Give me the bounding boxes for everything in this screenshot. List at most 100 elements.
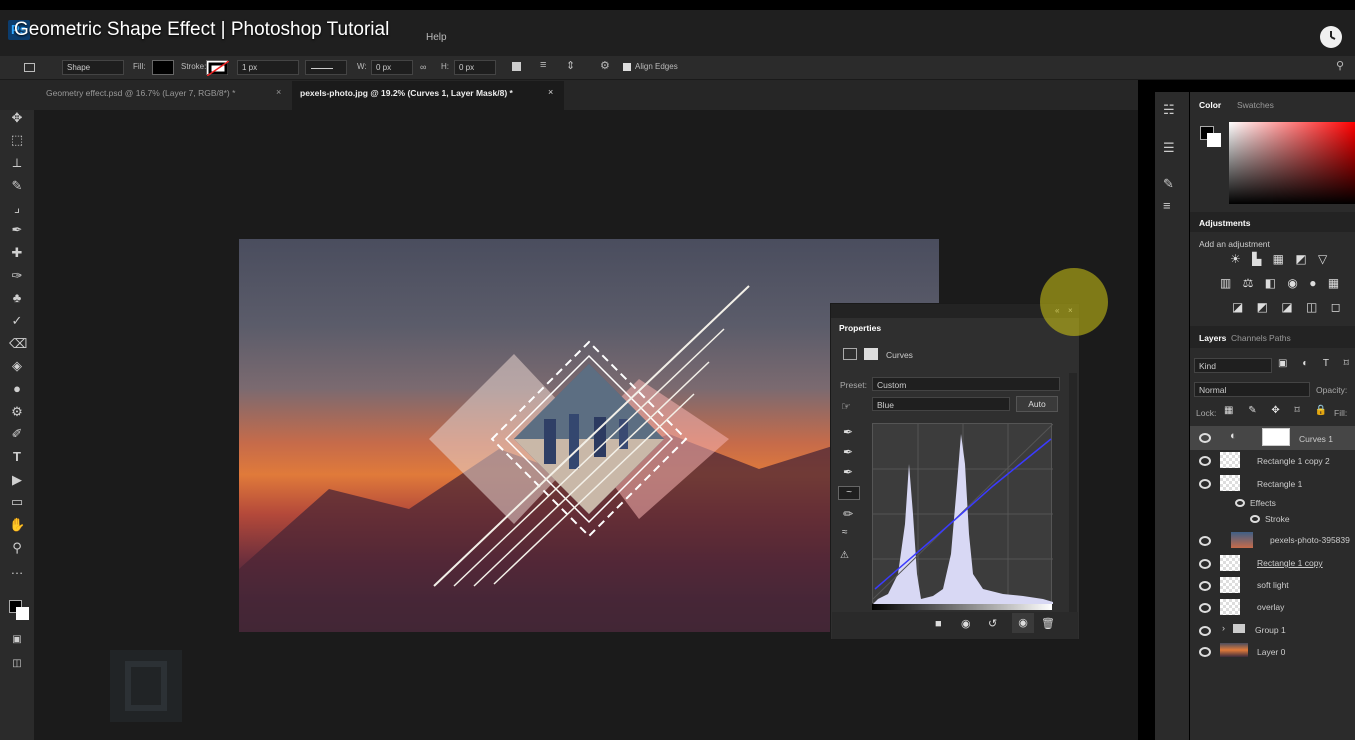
background-swatch[interactable] — [1207, 133, 1221, 147]
eyedropper-tool-icon[interactable]: ✒ — [9, 222, 25, 238]
adjustment-icons-row-1[interactable]: ☀ ▙ ▦ ◩ ▽ — [1230, 252, 1331, 266]
curve-point-tool-icon[interactable]: ~ — [838, 486, 860, 500]
layer-name[interactable]: overlay — [1257, 602, 1284, 612]
type-tool-icon[interactable]: T — [9, 449, 25, 465]
clipping-warning-icon[interactable]: ⚠ — [840, 550, 849, 561]
crop-tool-icon[interactable]: ⌟ — [9, 200, 25, 216]
height-input[interactable]: 0 px — [454, 60, 496, 75]
zoom-tool-icon[interactable]: ⚲ — [9, 540, 25, 556]
tab-channels[interactable]: Channels — [1231, 333, 1267, 343]
eye-icon[interactable] — [1199, 456, 1211, 466]
adjustment-icons-row-3[interactable]: ◪ ◩ ◪ ◫ ◻ — [1232, 300, 1346, 314]
close-icon[interactable]: × — [276, 87, 281, 97]
layer-name[interactable]: Layer 0 — [1257, 647, 1285, 657]
menu-item-help[interactable]: Help — [426, 32, 447, 43]
tab-color[interactable]: Color — [1199, 100, 1221, 110]
layer-name[interactable]: Curves 1 — [1299, 434, 1333, 444]
width-input[interactable]: 0 px — [371, 60, 413, 75]
more-tools-icon[interactable]: … — [9, 562, 25, 578]
mask-icon[interactable] — [864, 348, 878, 360]
tab-properties[interactable]: Properties — [839, 323, 881, 333]
blur-tool-icon[interactable]: ● — [9, 381, 25, 397]
reset-icon[interactable]: ↺ — [988, 617, 997, 630]
fill-swatch[interactable] — [152, 60, 174, 75]
rectangle-tool-icon[interactable] — [24, 63, 35, 72]
delete-icon[interactable]: 🗑 — [1041, 617, 1055, 630]
curves-graph[interactable] — [872, 423, 1054, 604]
quick-selection-icon[interactable]: ✎ — [9, 178, 25, 194]
target-adjust-icon[interactable]: ☞ — [841, 400, 851, 413]
clip-to-layer-icon[interactable]: ■ — [935, 618, 942, 630]
layer-name[interactable]: Rectangle 1 copy — [1257, 558, 1323, 568]
auto-button[interactable]: Auto — [1016, 396, 1058, 412]
close-icon[interactable]: × — [548, 87, 553, 97]
pen-tool-icon[interactable]: ✐ — [9, 426, 25, 442]
chevron-right-icon[interactable]: › — [1222, 623, 1225, 633]
screen-mode-icon[interactable]: ◫ — [9, 656, 25, 672]
layer-mask-thumb[interactable] — [1262, 428, 1290, 446]
layer-name[interactable]: Rectangle 1 copy 2 — [1257, 456, 1330, 466]
dodge-tool-icon[interactable]: ⚙ — [9, 404, 25, 420]
search-icon[interactable]: ⚲ — [1336, 59, 1344, 72]
marquee-tool-icon[interactable]: ⬚ — [9, 132, 25, 148]
layer-filter-select[interactable]: Kind — [1194, 358, 1272, 373]
link-icon[interactable]: ∞ — [420, 62, 426, 72]
layer-filter-icons[interactable]: ▣ ◐ T ⌑ — [1278, 358, 1355, 369]
stroke-swatch[interactable] — [206, 60, 230, 77]
properties-panel-icon[interactable]: ☰ — [1163, 140, 1175, 156]
eye-icon[interactable] — [1199, 479, 1211, 489]
eye-icon[interactable] — [1235, 499, 1245, 507]
pencil-draw-icon[interactable]: ✏ — [843, 507, 853, 521]
visibility-toggle-icon[interactable]: ◉ — [1012, 613, 1034, 633]
eye-icon[interactable] — [1199, 647, 1211, 657]
path-operations-icon[interactable] — [512, 62, 521, 71]
eye-icon[interactable] — [1199, 433, 1211, 443]
gear-icon[interactable]: ⚙ — [600, 59, 610, 72]
path-alignment-icon[interactable]: ≡ — [540, 59, 546, 71]
clock-icon[interactable] — [1320, 26, 1342, 48]
tab-pexels-photo[interactable]: pexels-photo.jpg @ 19.2% (Curves 1, Laye… — [300, 88, 513, 98]
stroke-width-input[interactable]: 1 px — [237, 60, 299, 75]
lock-icons[interactable]: ▦ ✎ ✥ ⌑ 🔒 — [1224, 405, 1333, 416]
path-selection-icon[interactable]: ▶ — [9, 472, 25, 488]
history-brush-icon[interactable]: ✓ — [9, 313, 25, 329]
brush-panel-icon[interactable]: ✎ — [1163, 176, 1174, 192]
adjust-panel-icon[interactable]: ≡ — [1163, 198, 1171, 213]
tab-geometry-effect[interactable]: Geometry effect.psd @ 16.7% (Layer 7, RG… — [46, 88, 235, 98]
color-picker-field[interactable] — [1229, 122, 1355, 204]
hand-tool-icon[interactable]: ✋ — [9, 517, 25, 533]
channel-select[interactable]: Blue — [872, 397, 1010, 411]
eye-icon[interactable] — [1199, 559, 1211, 569]
brush-tool-icon[interactable]: ✑ — [9, 268, 25, 284]
eraser-tool-icon[interactable]: ⌫ — [9, 336, 27, 352]
layer-name[interactable]: Rectangle 1 — [1257, 479, 1302, 489]
properties-scrollbar[interactable] — [1069, 373, 1077, 613]
preset-select[interactable]: Custom — [872, 377, 1060, 391]
layer-name[interactable]: soft light — [1257, 580, 1289, 590]
quick-mask-icon[interactable]: ▣ — [9, 632, 25, 648]
smooth-curve-icon[interactable]: ≈ — [842, 527, 848, 538]
tab-swatches[interactable]: Swatches — [1237, 100, 1274, 110]
background-color[interactable] — [16, 607, 29, 620]
move-tool-icon[interactable]: ✥ — [9, 110, 25, 126]
gradient-slider[interactable] — [872, 604, 1052, 610]
lasso-tool-icon[interactable]: ⟂ — [9, 155, 25, 171]
blend-mode-select[interactable]: Normal — [1194, 382, 1310, 397]
tab-paths[interactable]: Paths — [1269, 333, 1291, 343]
tab-layers[interactable]: Layers — [1199, 333, 1226, 343]
layer-name[interactable]: Group 1 — [1255, 625, 1286, 635]
stamp-tool-icon[interactable]: ♣ — [9, 290, 25, 306]
layer-name[interactable]: pexels-photo-395839 — [1270, 535, 1350, 545]
adjustment-icons-row-2[interactable]: ▥ ⚖ ◧ ◉ ● ▦ — [1220, 276, 1343, 290]
white-point-eyedropper-icon[interactable]: ✒ — [843, 465, 853, 479]
shape-mode-select[interactable]: Shape — [62, 60, 124, 75]
paint-bucket-icon[interactable]: ◈ — [9, 358, 25, 374]
path-arrangement-icon[interactable]: ⇕ — [566, 59, 575, 72]
eye-icon[interactable] — [1199, 536, 1211, 546]
stroke-type-select[interactable] — [305, 60, 347, 75]
eye-icon[interactable] — [1199, 603, 1211, 613]
view-previous-icon[interactable]: ◉ — [961, 617, 971, 630]
gray-point-eyedropper-icon[interactable]: ✒ — [843, 445, 853, 459]
align-edges-checkbox[interactable] — [623, 63, 631, 71]
black-point-eyedropper-icon[interactable]: ✒ — [843, 425, 853, 439]
